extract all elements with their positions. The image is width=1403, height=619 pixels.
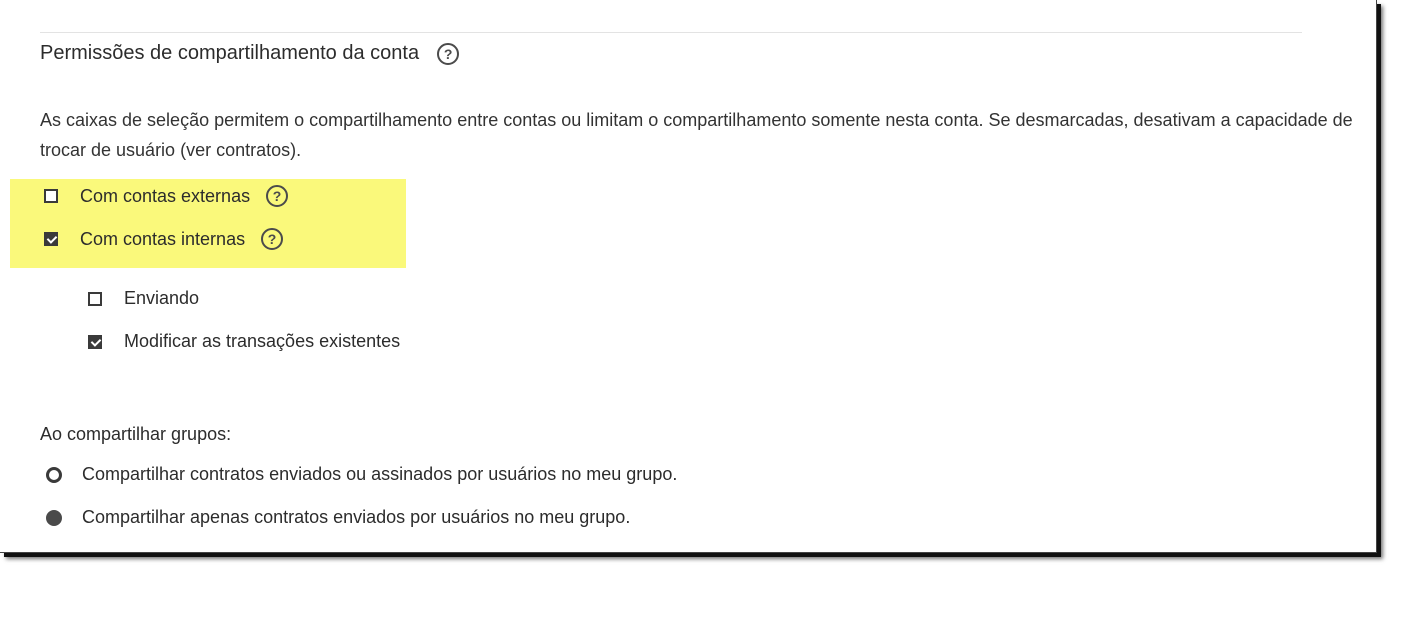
modify-transactions-label: Modificar as transações existentes <box>124 331 401 351</box>
sending-label: Enviando <box>124 288 200 308</box>
radio-option-sent-only[interactable]: Compartilhar apenas contratos enviados p… <box>46 507 630 528</box>
radio-sent-only[interactable] <box>46 509 62 526</box>
help-icon[interactable]: ? <box>261 228 284 250</box>
external-accounts-label: Com contas externas <box>80 185 251 206</box>
help-icon[interactable]: ? <box>437 42 460 65</box>
group-sharing-label: Ao compartilhar grupos: <box>40 424 232 444</box>
help-icon[interactable]: ? <box>266 185 289 207</box>
radio-sent-or-signed-label: Compartilhar contratos enviados ou assin… <box>82 464 678 484</box>
option-external-accounts[interactable]: Com contas externas ? <box>44 185 289 207</box>
option-internal-accounts[interactable]: Com contas internas ? <box>44 228 284 250</box>
radio-sent-only-label: Compartilhar apenas contratos enviados p… <box>82 507 631 527</box>
external-accounts-checkbox[interactable] <box>44 189 58 203</box>
section-title: Permissões de compartilhamento da conta <box>40 42 420 64</box>
section-header: Permissões de compartilhamento da conta … <box>40 42 460 65</box>
settings-panel: Permissões de compartilhamento da conta … <box>0 0 1377 553</box>
internal-accounts-label: Com contas internas <box>80 228 246 249</box>
section-description: As caixas de seleção permitem o comparti… <box>40 110 1353 160</box>
divider <box>40 32 1302 33</box>
option-sending[interactable]: Enviando <box>88 288 199 309</box>
sending-checkbox[interactable] <box>88 291 102 306</box>
radio-option-sent-or-signed[interactable]: Compartilhar contratos enviados ou assin… <box>46 464 677 485</box>
modify-transactions-checkbox[interactable] <box>88 334 102 349</box>
radio-sent-or-signed[interactable] <box>46 466 62 483</box>
option-modify-transactions[interactable]: Modificar as transações existentes <box>88 331 400 352</box>
internal-accounts-checkbox[interactable] <box>44 232 58 246</box>
